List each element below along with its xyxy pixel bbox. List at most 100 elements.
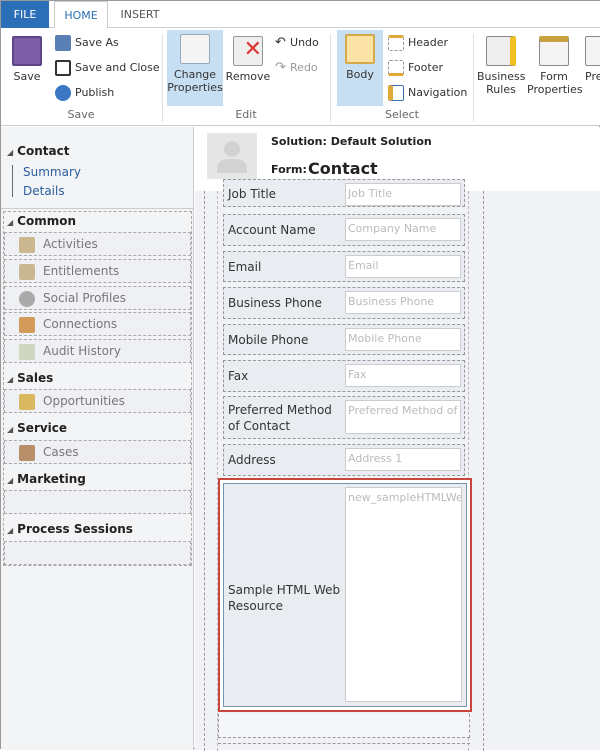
form-properties-button[interactable]: Form Properties: [527, 32, 583, 96]
nav-item-entitlements[interactable]: Entitlements: [4, 259, 191, 283]
field-address[interactable]: Address Address 1: [223, 444, 465, 476]
navigation-button[interactable]: Navigation: [388, 82, 467, 104]
business-rules-icon: [486, 36, 516, 66]
remove-button[interactable]: ✕ Remove: [225, 32, 271, 83]
field-input[interactable]: Email: [345, 255, 461, 278]
field-input[interactable]: Business Phone: [345, 291, 461, 314]
nav-link-details[interactable]: Details: [23, 184, 65, 198]
save-and-close-button[interactable]: Save and Close: [55, 57, 160, 79]
redo-button[interactable]: ↷ Redo: [275, 57, 318, 79]
group-label-edit: Edit: [235, 108, 257, 121]
collapse-triangle-icon: ◢: [7, 148, 14, 157]
field-input[interactable]: Job Title: [345, 183, 461, 206]
save-as-label: Save As: [75, 36, 119, 49]
collapse-triangle-icon: ◢: [7, 476, 14, 485]
save-button[interactable]: Save: [7, 32, 47, 83]
nav-group-process-sessions[interactable]: ◢ Process Sessions: [7, 522, 133, 536]
collapse-triangle-icon: ◢: [7, 526, 14, 535]
undo-icon: ↶: [275, 35, 291, 50]
nav-group-marketing[interactable]: ◢ Marketing: [7, 472, 86, 486]
nav-group-common[interactable]: ◢ Common: [7, 214, 76, 228]
header-button[interactable]: Header: [388, 32, 448, 54]
field-account-name[interactable]: Account Name Company Name: [223, 214, 465, 246]
nav-item-social-profiles[interactable]: Social Profiles: [4, 286, 191, 310]
web-resource-field[interactable]: Sample HTML Web Resource new_sampleHTMLW…: [223, 483, 467, 707]
nav-item-label: Connections: [43, 317, 118, 331]
nav-group-service[interactable]: ◢ Service: [7, 421, 67, 435]
tab-file[interactable]: FILE: [1, 1, 49, 28]
save-as-icon: [55, 35, 71, 51]
field-input[interactable]: Preferred Method of Contact: [345, 400, 461, 434]
preview-button[interactable]: Pre: [585, 32, 600, 83]
field-label: Fax: [228, 369, 249, 383]
field-label: Job Title: [228, 187, 277, 201]
footer-icon: [388, 60, 404, 76]
collapse-triangle-icon: ◢: [7, 375, 14, 384]
form-properties-label: Form Properties: [527, 70, 583, 96]
nav-item-opportunities[interactable]: Opportunities: [4, 389, 191, 413]
footer-button[interactable]: Footer: [388, 57, 443, 79]
field-email[interactable]: Email Email: [223, 251, 465, 282]
field-business-phone[interactable]: Business Phone Business Phone: [223, 287, 465, 319]
field-label: Account Name: [228, 223, 316, 237]
business-rules-label: Business Rules: [477, 70, 526, 96]
field-input[interactable]: Company Name: [345, 218, 461, 241]
nav-item-audit-history[interactable]: Audit History: [4, 339, 191, 363]
body-label: Body: [346, 68, 374, 81]
nav-item-activities[interactable]: Activities: [4, 232, 191, 256]
preview-label: Pre: [585, 70, 600, 83]
tree-line: [12, 165, 20, 197]
nav-contact-label: Contact: [17, 144, 70, 158]
nav-empty-slot: [4, 490, 191, 514]
next-section: [218, 743, 470, 753]
field-fax[interactable]: Fax Fax: [223, 360, 465, 392]
group-label-save: Save: [67, 108, 95, 121]
nav-item-label: Activities: [43, 237, 98, 251]
publish-button[interactable]: Publish: [55, 82, 114, 104]
ribbon-tabs: FILE HOME INSERT: [1, 1, 600, 29]
entitlements-icon: [19, 263, 35, 280]
form-label: Form:: [271, 163, 307, 176]
solution-name: Solution: Default Solution: [271, 135, 432, 148]
selected-web-resource-highlight[interactable]: Sample HTML Web Resource new_sampleHTMLW…: [218, 478, 472, 712]
divider: [1, 208, 194, 209]
cases-icon: [19, 444, 35, 461]
field-preferred-method[interactable]: Preferred Method of Contact Preferred Met…: [223, 396, 465, 439]
remove-label: Remove: [225, 70, 271, 83]
business-rules-button[interactable]: Business Rules: [477, 32, 526, 96]
form-name: Contact: [308, 159, 378, 178]
nav-sales-label: Sales: [17, 371, 54, 385]
undo-label: Undo: [290, 36, 319, 49]
nav-item-connections[interactable]: Connections: [4, 312, 191, 336]
web-resource-frame[interactable]: new_sampleHTMLWebResource: [345, 487, 462, 702]
nav-item-cases[interactable]: Cases: [4, 440, 191, 464]
field-mobile-phone[interactable]: Mobile Phone Mobile Phone: [223, 324, 465, 355]
collapse-triangle-icon: ◢: [7, 425, 14, 434]
nav-section-contact[interactable]: ◢ Contact: [7, 144, 69, 158]
save-as-button[interactable]: Save As: [55, 32, 119, 54]
header-icon: [388, 35, 404, 51]
field-input[interactable]: Fax: [345, 364, 461, 387]
nav-item-label: Audit History: [43, 344, 121, 358]
redo-icon: ↷: [275, 60, 291, 75]
field-input[interactable]: Mobile Phone: [345, 328, 461, 351]
nav-link-summary[interactable]: Summary: [23, 165, 81, 179]
tab-insert[interactable]: INSERT: [111, 1, 169, 28]
empty-section-slot: [218, 714, 470, 738]
field-label: Email: [228, 260, 262, 274]
change-properties-button[interactable]: Change Properties: [167, 30, 223, 106]
footer-label: Footer: [408, 61, 443, 74]
field-job-title[interactable]: Job Title Job Title: [223, 179, 465, 207]
floppy-disk-icon: [12, 36, 42, 66]
audit-history-icon: [19, 343, 35, 360]
group-label-select: Select: [385, 108, 419, 121]
form-properties-icon: [539, 36, 569, 66]
tab-home[interactable]: HOME: [54, 1, 108, 29]
change-properties-label: Change Properties: [167, 68, 223, 94]
undo-button[interactable]: ↶ Undo: [275, 32, 319, 54]
nav-group-sales[interactable]: ◢ Sales: [7, 371, 53, 385]
nav-item-label: Cases: [43, 445, 79, 459]
publish-icon: [55, 85, 71, 101]
body-button[interactable]: Body: [337, 30, 383, 106]
field-input[interactable]: Address 1: [345, 448, 461, 471]
